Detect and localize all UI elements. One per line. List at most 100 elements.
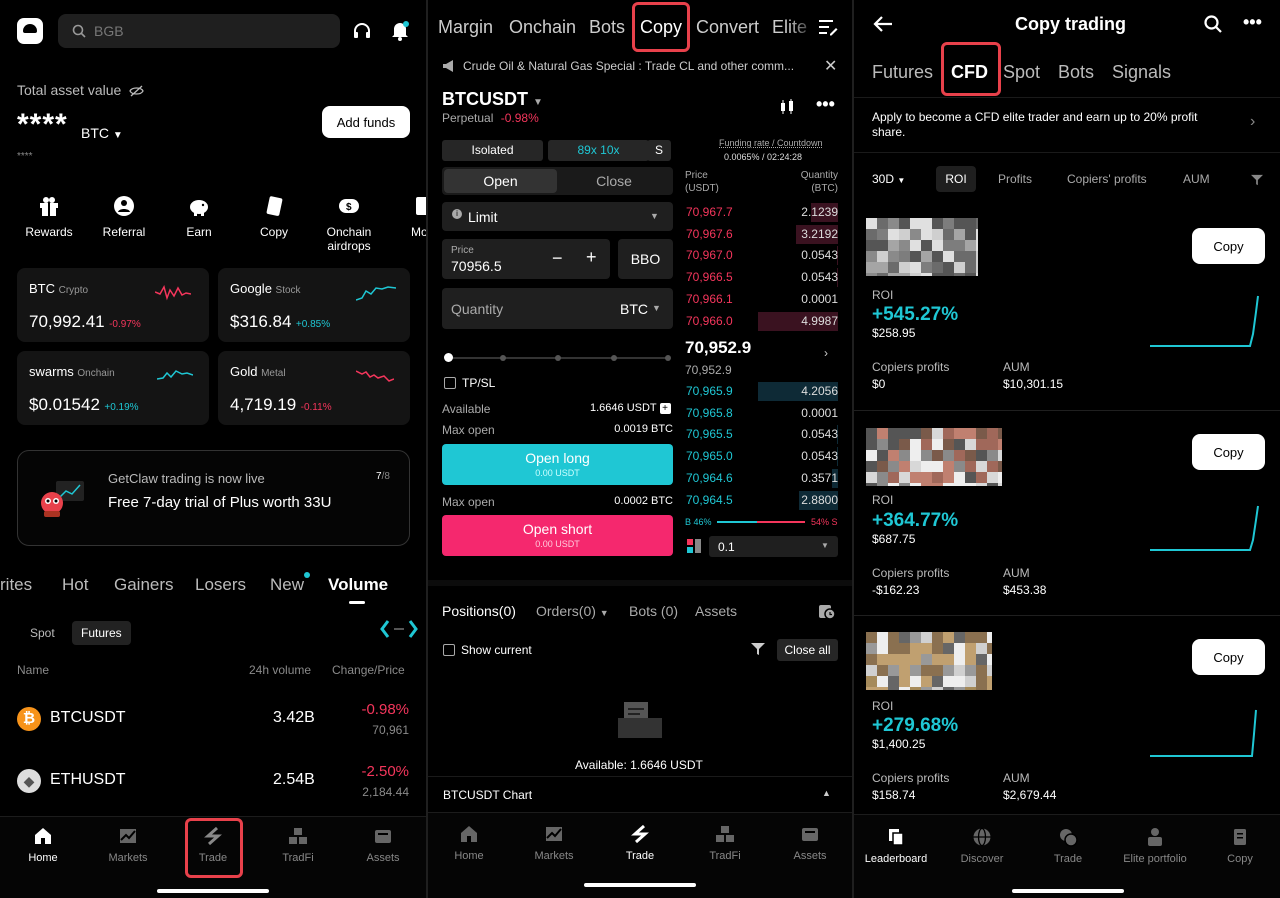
candlestick-chart-icon[interactable] — [778, 98, 796, 116]
announcement-bar[interactable]: Crude Oil & Natural Gas Special : Trade … — [428, 56, 852, 78]
open-long-button[interactable]: Open long 0.00 USDT — [442, 444, 673, 485]
nav-discover[interactable]: Discover — [942, 827, 1022, 865]
filter-aum[interactable]: AUM — [1183, 172, 1210, 186]
more-options-icon[interactable]: ••• — [816, 94, 835, 115]
nav-trade[interactable]: Trade — [1028, 827, 1108, 865]
open-short-button[interactable]: Open short 0.00 USDT — [442, 515, 673, 556]
orderbook-bid-row[interactable]: 70,965.5 0.0543 — [684, 424, 838, 445]
sub-tab-spot[interactable]: Spot — [30, 626, 55, 640]
more-options-icon[interactable]: ••• — [1243, 12, 1262, 33]
filter-icon[interactable] — [1251, 174, 1263, 186]
top-tab-convert[interactable]: Convert — [696, 17, 759, 38]
orderbook-ask-row[interactable]: 70,966.0 4.9987 — [684, 311, 838, 331]
notification-bell-icon[interactable] — [390, 20, 410, 42]
tab-assets[interactable]: Assets — [695, 603, 737, 619]
nav-leaderboard[interactable]: Leaderboard — [856, 827, 936, 865]
table-row[interactable]: ◆ ETHUSDT 2.54B -2.50% 2,184.44 — [0, 757, 426, 807]
orderbook-bid-row[interactable]: 70,964.5 2.8800 — [684, 490, 838, 510]
shortcut-onchain-airdrops[interactable]: $ Onchain airdrops — [314, 195, 384, 253]
search-bar[interactable]: BGB — [58, 14, 340, 48]
sub-tab-futures[interactable]: Futures — [72, 621, 131, 645]
market-tab-favorites[interactable]: rites — [0, 575, 32, 595]
quantity-input[interactable]: Quantity BTC ▼ — [442, 288, 673, 329]
order-type-select[interactable]: i Limit ▼ — [442, 202, 673, 231]
pair-selector[interactable]: BTCUSDT ▼ — [442, 89, 543, 110]
top-tab-copy[interactable]: Copy — [640, 17, 682, 38]
ticker-card-google[interactable]: Google Stock $316.84 +0.85% — [218, 268, 410, 342]
headset-icon[interactable] — [352, 21, 372, 41]
tab-orders[interactable]: Orders(0) ▼ — [536, 603, 609, 619]
tab-spot[interactable]: Spot — [1003, 62, 1040, 83]
currency-selector[interactable]: BTC ▼ — [81, 125, 123, 141]
nav-home[interactable]: Home — [3, 826, 83, 864]
close-icon[interactable]: ✕ — [824, 56, 837, 76]
orderbook-ask-row[interactable]: 70,967.7 2.1239 — [684, 202, 838, 222]
tab-bots[interactable]: Bots — [1058, 62, 1094, 83]
shortcut-referral[interactable]: Referral — [94, 195, 154, 239]
hide-balance-icon[interactable] — [129, 85, 144, 97]
leverage-button[interactable]: 89x 10x — [548, 140, 649, 161]
top-tab-onchain[interactable]: Onchain — [509, 17, 576, 38]
trader-card[interactable]: Copy ROI +364.77% $687.75 Copiers profit… — [854, 414, 1280, 611]
back-arrow-icon[interactable] — [873, 15, 893, 33]
close-all-button[interactable]: Close all — [777, 639, 838, 661]
tpsl-checkbox[interactable] — [444, 377, 456, 389]
market-tab-losers[interactable]: Losers — [195, 575, 246, 595]
nav-tradfi[interactable]: TradFi — [258, 826, 338, 864]
plus-icon[interactable]: + — [586, 247, 597, 268]
swap-arrows-icon[interactable] — [378, 619, 420, 639]
chevron-right-icon[interactable]: › — [824, 346, 828, 360]
promo-row[interactable]: Apply to become a CFD elite trader and e… — [854, 97, 1280, 153]
market-tab-gainers[interactable]: Gainers — [114, 575, 174, 595]
orderbook-bid-row[interactable]: 70,965.9 4.2056 — [684, 381, 838, 401]
nav-trade[interactable]: Trade — [600, 824, 680, 862]
amount-slider[interactable] — [444, 351, 671, 365]
top-tab-margin[interactable]: Margin — [438, 17, 493, 38]
copy-button[interactable]: Copy — [1192, 434, 1265, 470]
nav-assets[interactable]: Assets — [770, 824, 850, 862]
ticker-card-btc[interactable]: BTC Crypto 70,992.41 -0.97% — [17, 268, 209, 342]
top-tab-bots[interactable]: Bots — [589, 17, 625, 38]
tab-close[interactable]: Close — [557, 169, 671, 193]
tab-cfd[interactable]: CFD — [951, 62, 988, 83]
minus-icon[interactable]: − — [552, 248, 563, 269]
ticker-card-gold[interactable]: Gold Metal 4,719.19 -0.11% — [218, 351, 410, 425]
tab-positions[interactable]: Positions(0) — [442, 603, 516, 619]
nav-assets[interactable]: Assets — [343, 826, 423, 864]
margin-mode-button[interactable]: Isolated — [442, 140, 543, 161]
filter-profits[interactable]: Profits — [998, 172, 1032, 186]
filter-icon[interactable] — [751, 642, 765, 656]
table-row[interactable]: ₿ BTCUSDT 3.42B -0.98% 70,961 — [0, 695, 426, 745]
nav-trade[interactable]: Trade — [173, 826, 253, 864]
menu-edit-icon[interactable] — [818, 18, 838, 36]
chart-section-bar[interactable]: BTCUSDT Chart ▲ — [428, 776, 852, 812]
market-tab-hot[interactable]: Hot — [62, 575, 88, 595]
orderbook-ask-row[interactable]: 70,967.6 3.2192 — [684, 224, 838, 244]
add-funds-icon[interactable]: + — [659, 403, 671, 414]
shortcut-earn[interactable]: Earn — [169, 195, 229, 239]
trader-card[interactable]: Copy ROI +545.27% $258.95 Copiers profit… — [854, 208, 1280, 405]
orderbook-ask-row[interactable]: 70,967.0 0.0543 — [684, 245, 838, 266]
orderbook-bid-row[interactable]: 70,965.8 0.0001 — [684, 403, 838, 423]
nav-markets[interactable]: Markets — [514, 824, 594, 862]
orderbook-ask-row[interactable]: 70,966.1 0.0001 — [684, 289, 838, 309]
market-tab-volume[interactable]: Volume — [328, 575, 388, 595]
nav-elite-portfolio[interactable]: Elite portfolio — [1109, 827, 1201, 865]
period-select[interactable]: 30D ▼ — [872, 172, 905, 186]
orderbook-layout-icon[interactable] — [687, 539, 701, 553]
trader-card[interactable]: Copy ROI +279.68% $1,400.25 Copiers prof… — [854, 620, 1280, 812]
tab-futures[interactable]: Futures — [872, 62, 933, 83]
shortcut-rewards[interactable]: Rewards — [19, 195, 79, 239]
tab-bots[interactable]: Bots (0) — [629, 603, 678, 619]
copy-button[interactable]: Copy — [1192, 228, 1265, 264]
filter-roi[interactable]: ROI — [936, 166, 976, 192]
price-input[interactable]: Price 70956.5 − + — [442, 239, 610, 279]
nav-markets[interactable]: Markets — [88, 826, 168, 864]
position-mode-button[interactable]: S — [647, 140, 671, 161]
bbo-button[interactable]: BBO — [618, 239, 673, 279]
ticker-card-swarms[interactable]: swarms Onchain $0.01542 +0.19% — [17, 351, 209, 425]
nav-copy[interactable]: Copy — [1200, 827, 1280, 865]
search-icon[interactable] — [1204, 15, 1222, 33]
app-logo-icon[interactable] — [17, 18, 43, 44]
orderbook-bid-row[interactable]: 70,964.6 0.3571 — [684, 468, 838, 488]
